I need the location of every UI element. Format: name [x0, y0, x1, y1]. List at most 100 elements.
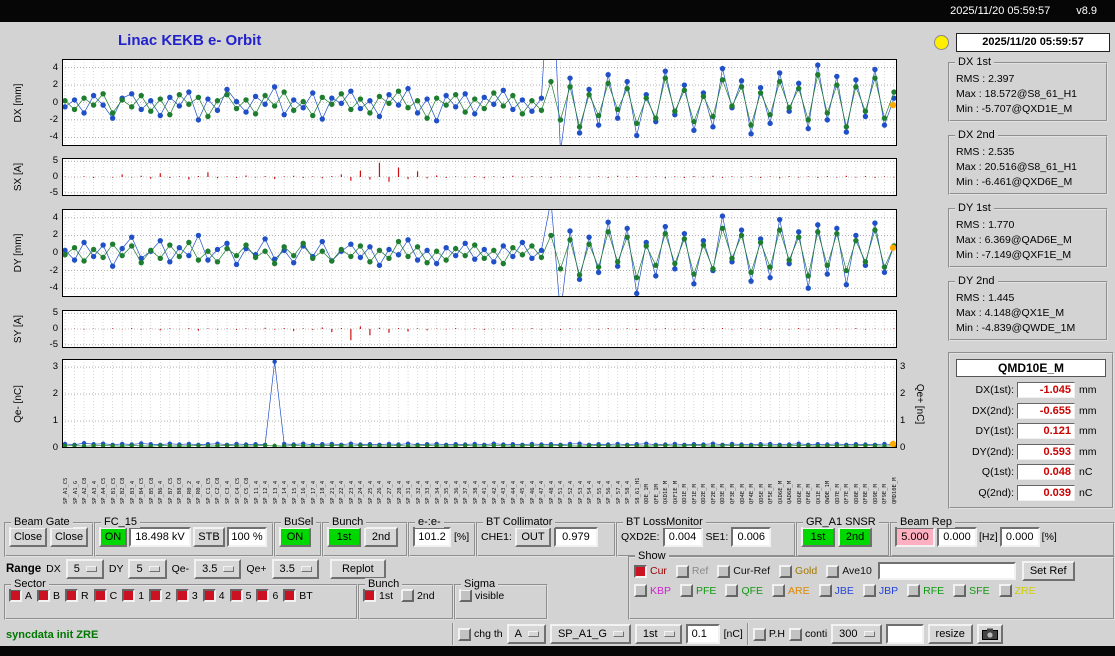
checkbox[interactable] [283, 589, 297, 602]
conti-label: conti [804, 628, 828, 640]
show-check-kbp[interactable]: KBP [634, 584, 671, 597]
sector-a-select[interactable]: A [506, 624, 546, 644]
checkbox[interactable] [862, 584, 876, 597]
bunch-1st-button[interactable]: 1st [327, 527, 361, 547]
sector-check-b[interactable]: B [37, 589, 60, 602]
show-check-zre[interactable]: ZRE [998, 584, 1036, 597]
show-check-ref[interactable]: Ref [675, 564, 708, 578]
sector-check-6[interactable]: 6 [256, 589, 278, 602]
ph-checkbox-item[interactable]: P.H [752, 627, 785, 641]
interval-select[interactable]: 300 [831, 624, 882, 644]
beam-gate-close-button-1[interactable]: Close [9, 527, 47, 547]
replot-button[interactable]: Replot [329, 559, 386, 579]
sector-check-bt[interactable]: BT [283, 589, 313, 602]
sector-check-a[interactable]: A [9, 589, 32, 602]
chg-th-checkbox-item[interactable]: chg th [458, 627, 503, 641]
show-check-jbp[interactable]: JBP [862, 584, 898, 597]
checkbox[interactable] [907, 584, 921, 597]
checkbox-label: 2nd [417, 589, 435, 602]
checkbox[interactable] [772, 584, 786, 597]
gr-a1-2nd-button[interactable]: 2nd [838, 527, 872, 547]
ref-file-input[interactable] [877, 562, 1016, 580]
resize-button[interactable]: resize [927, 624, 973, 644]
show-check-qfe[interactable]: QFE [725, 584, 763, 597]
show-check-jbe[interactable]: JBE [818, 584, 854, 597]
range-qem-select[interactable]: 3.5 [194, 559, 242, 579]
se1-value: 0.006 [731, 527, 772, 547]
show-check-sfe[interactable]: SFE [953, 584, 990, 597]
checkbox[interactable] [717, 564, 731, 578]
bunch-2nd-button[interactable]: 2nd [364, 527, 398, 547]
y-tick-label: -2 [49, 113, 58, 125]
checkbox[interactable] [122, 589, 136, 602]
busel-on-button[interactable]: ON [279, 527, 311, 547]
show-check-curref[interactable]: Cur-Ref [717, 564, 770, 578]
checkbox[interactable] [818, 584, 832, 597]
fc15-stb-button[interactable]: STB [193, 527, 225, 547]
checkbox[interactable] [998, 584, 1012, 597]
bunch_sel-check-2nd[interactable]: 2nd [401, 589, 435, 602]
sector-check-3[interactable]: 3 [175, 589, 198, 602]
conti-checkbox-item[interactable]: conti [788, 627, 828, 641]
sector-check-2[interactable]: 2 [149, 589, 171, 602]
checkbox[interactable] [459, 589, 472, 602]
checkbox[interactable] [779, 564, 793, 578]
che1-out-button[interactable]: OUT [514, 527, 551, 547]
checkbox[interactable] [788, 627, 802, 641]
axis-label-q: Qe- [nC] [13, 384, 24, 423]
checkbox[interactable] [363, 589, 376, 602]
checkbox[interactable] [401, 589, 415, 602]
x-tick-label: QAD6E_M [787, 480, 794, 504]
show-check-ave10[interactable]: Ave10 [826, 564, 872, 578]
bunch_sel-check-1st[interactable]: 1st [363, 589, 393, 602]
show-check-gold[interactable]: Gold [779, 564, 817, 578]
sector-check-r[interactable]: R [65, 589, 89, 602]
bpm-select[interactable]: SP_A1_G [549, 624, 631, 644]
checkbox[interactable] [175, 589, 189, 602]
checkbox-label: 3 [191, 589, 198, 602]
threshold-input[interactable] [685, 624, 720, 644]
y-tick-label: 5 [52, 307, 58, 319]
blank-input[interactable] [885, 624, 924, 644]
checkbox[interactable] [752, 627, 766, 641]
bunch-th-select[interactable]: 1st [634, 624, 682, 644]
checkbox[interactable] [634, 584, 647, 597]
sector-check-5[interactable]: 5 [229, 589, 251, 602]
x-tick-label: SP_45_4 [520, 480, 527, 504]
beam-gate-close-button-2[interactable]: Close [50, 527, 88, 547]
sigma-group: Sigma visible [454, 578, 548, 620]
show-check-are[interactable]: ARE [772, 584, 810, 597]
fc15-on-button[interactable]: ON [99, 527, 127, 547]
show-check-rfe[interactable]: RFE [907, 584, 944, 597]
x-tick-label: QD8E_M [853, 484, 860, 504]
checkbox[interactable] [826, 564, 840, 578]
sector-check-c[interactable]: C [93, 589, 117, 602]
checkbox[interactable] [229, 589, 243, 602]
sector-check-1[interactable]: 1 [122, 589, 144, 602]
checkbox[interactable] [725, 584, 739, 597]
x-tick-label: QF4E_M [749, 484, 756, 504]
show-check-pfe[interactable]: PFE [680, 584, 716, 597]
checkbox[interactable] [458, 627, 471, 641]
checkbox[interactable] [680, 584, 694, 597]
show-check-cur[interactable]: Cur [634, 564, 667, 578]
gr-a1-1st-button[interactable]: 1st [801, 527, 835, 547]
sector-check-4[interactable]: 4 [202, 589, 225, 602]
checkbox[interactable] [634, 564, 647, 578]
sigma-check-visible[interactable]: visible [459, 589, 504, 602]
checkbox[interactable] [256, 589, 270, 602]
checkbox[interactable] [149, 589, 163, 602]
range-dx-select[interactable]: 5 [65, 559, 104, 579]
range-dy-select[interactable]: 5 [128, 559, 167, 579]
checkbox[interactable] [202, 589, 216, 602]
checkbox[interactable] [37, 589, 51, 602]
checkbox[interactable] [9, 589, 22, 602]
checkbox[interactable] [675, 564, 689, 578]
checkbox[interactable] [953, 584, 967, 597]
set-ref-button[interactable]: Set Ref [1021, 561, 1075, 581]
snapshot-button[interactable] [976, 624, 1003, 644]
checkbox[interactable] [93, 589, 107, 602]
checkbox[interactable] [65, 589, 79, 602]
range-qep-select[interactable]: 3.5 [271, 559, 319, 579]
beam-rep-set-value: 5.000 [895, 527, 935, 547]
